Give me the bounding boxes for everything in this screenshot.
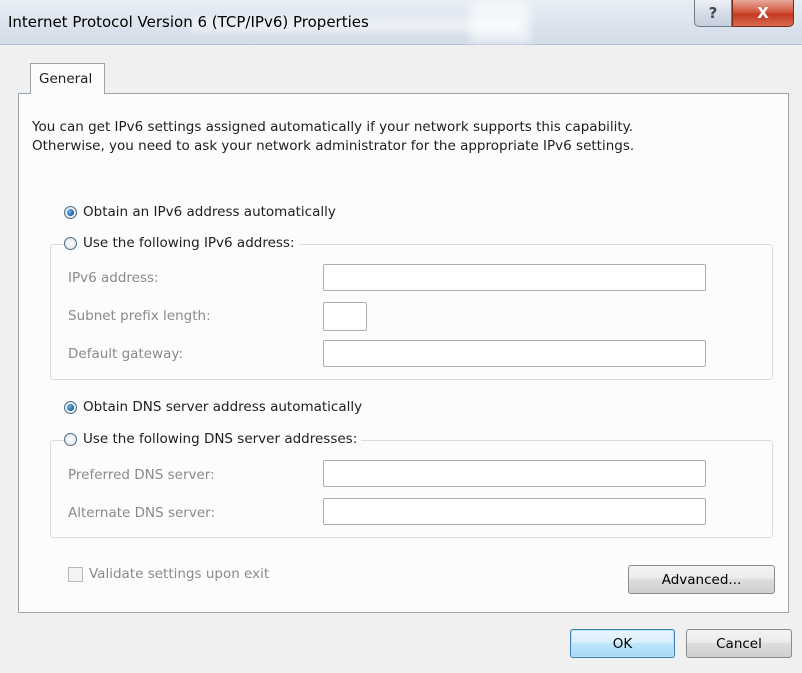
- ipv6-address-label: IPv6 address:: [68, 270, 159, 286]
- alternate-dns-field[interactable]: [323, 498, 706, 525]
- ip-manual-label: Use the following IPv6 address:: [83, 235, 295, 251]
- subnet-prefix-label: Subnet prefix length:: [68, 308, 211, 324]
- ipv6-address-field[interactable]: [323, 264, 706, 291]
- ip-auto-label: Obtain an IPv6 address automatically: [83, 204, 336, 220]
- title-bar: Internet Protocol Version 6 (TCP/IPv6) P…: [0, 0, 802, 45]
- cancel-button-label: Cancel: [716, 635, 762, 652]
- description-text: You can get IPv6 settings assigned autom…: [32, 118, 634, 156]
- validate-option[interactable]: Validate settings upon exit: [68, 566, 269, 582]
- default-gateway-field[interactable]: [323, 340, 706, 367]
- close-button[interactable]: X: [732, 0, 794, 27]
- close-icon: X: [757, 4, 769, 22]
- tab-general[interactable]: General: [30, 63, 105, 94]
- ok-button-label: OK: [612, 635, 633, 652]
- help-button[interactable]: ?: [694, 0, 732, 27]
- validate-checkbox[interactable]: [68, 566, 83, 582]
- window-title: Internet Protocol Version 6 (TCP/IPv6) P…: [8, 13, 369, 31]
- dns-auto-label: Obtain DNS server address automatically: [83, 399, 363, 415]
- alternate-dns-label: Alternate DNS server:: [68, 505, 216, 521]
- title-bar-reflection: [470, 2, 530, 42]
- description-line: You can get IPv6 settings assigned autom…: [32, 119, 634, 135]
- advanced-button-label: Advanced...: [661, 571, 742, 588]
- ip-auto-radio[interactable]: [64, 205, 77, 219]
- description-line: Otherwise, you need to ask your network …: [32, 138, 635, 154]
- cancel-button[interactable]: Cancel: [686, 629, 792, 658]
- help-icon: ?: [708, 4, 718, 22]
- ok-button[interactable]: OK: [570, 629, 675, 658]
- ip-manual-radio[interactable]: [64, 236, 77, 250]
- dns-auto-radio[interactable]: [64, 400, 77, 414]
- properties-dialog: Internet Protocol Version 6 (TCP/IPv6) P…: [0, 0, 802, 673]
- ip-manual-radio-option[interactable]: Use the following IPv6 address:: [64, 235, 299, 251]
- dns-manual-radio-option[interactable]: Use the following DNS server addresses:: [64, 431, 362, 447]
- dns-manual-radio[interactable]: [64, 432, 77, 446]
- validate-label: Validate settings upon exit: [89, 566, 270, 582]
- tab-general-label: General: [39, 71, 93, 87]
- preferred-dns-label: Preferred DNS server:: [68, 467, 215, 483]
- dns-auto-radio-option[interactable]: Obtain DNS server address automatically: [64, 399, 367, 415]
- dns-manual-label: Use the following DNS server addresses:: [83, 431, 358, 447]
- subnet-prefix-field[interactable]: [323, 302, 367, 331]
- default-gateway-label: Default gateway:: [68, 346, 183, 362]
- preferred-dns-field[interactable]: [323, 460, 706, 487]
- advanced-button[interactable]: Advanced...: [628, 565, 775, 594]
- ip-auto-radio-option[interactable]: Obtain an IPv6 address automatically: [64, 204, 340, 220]
